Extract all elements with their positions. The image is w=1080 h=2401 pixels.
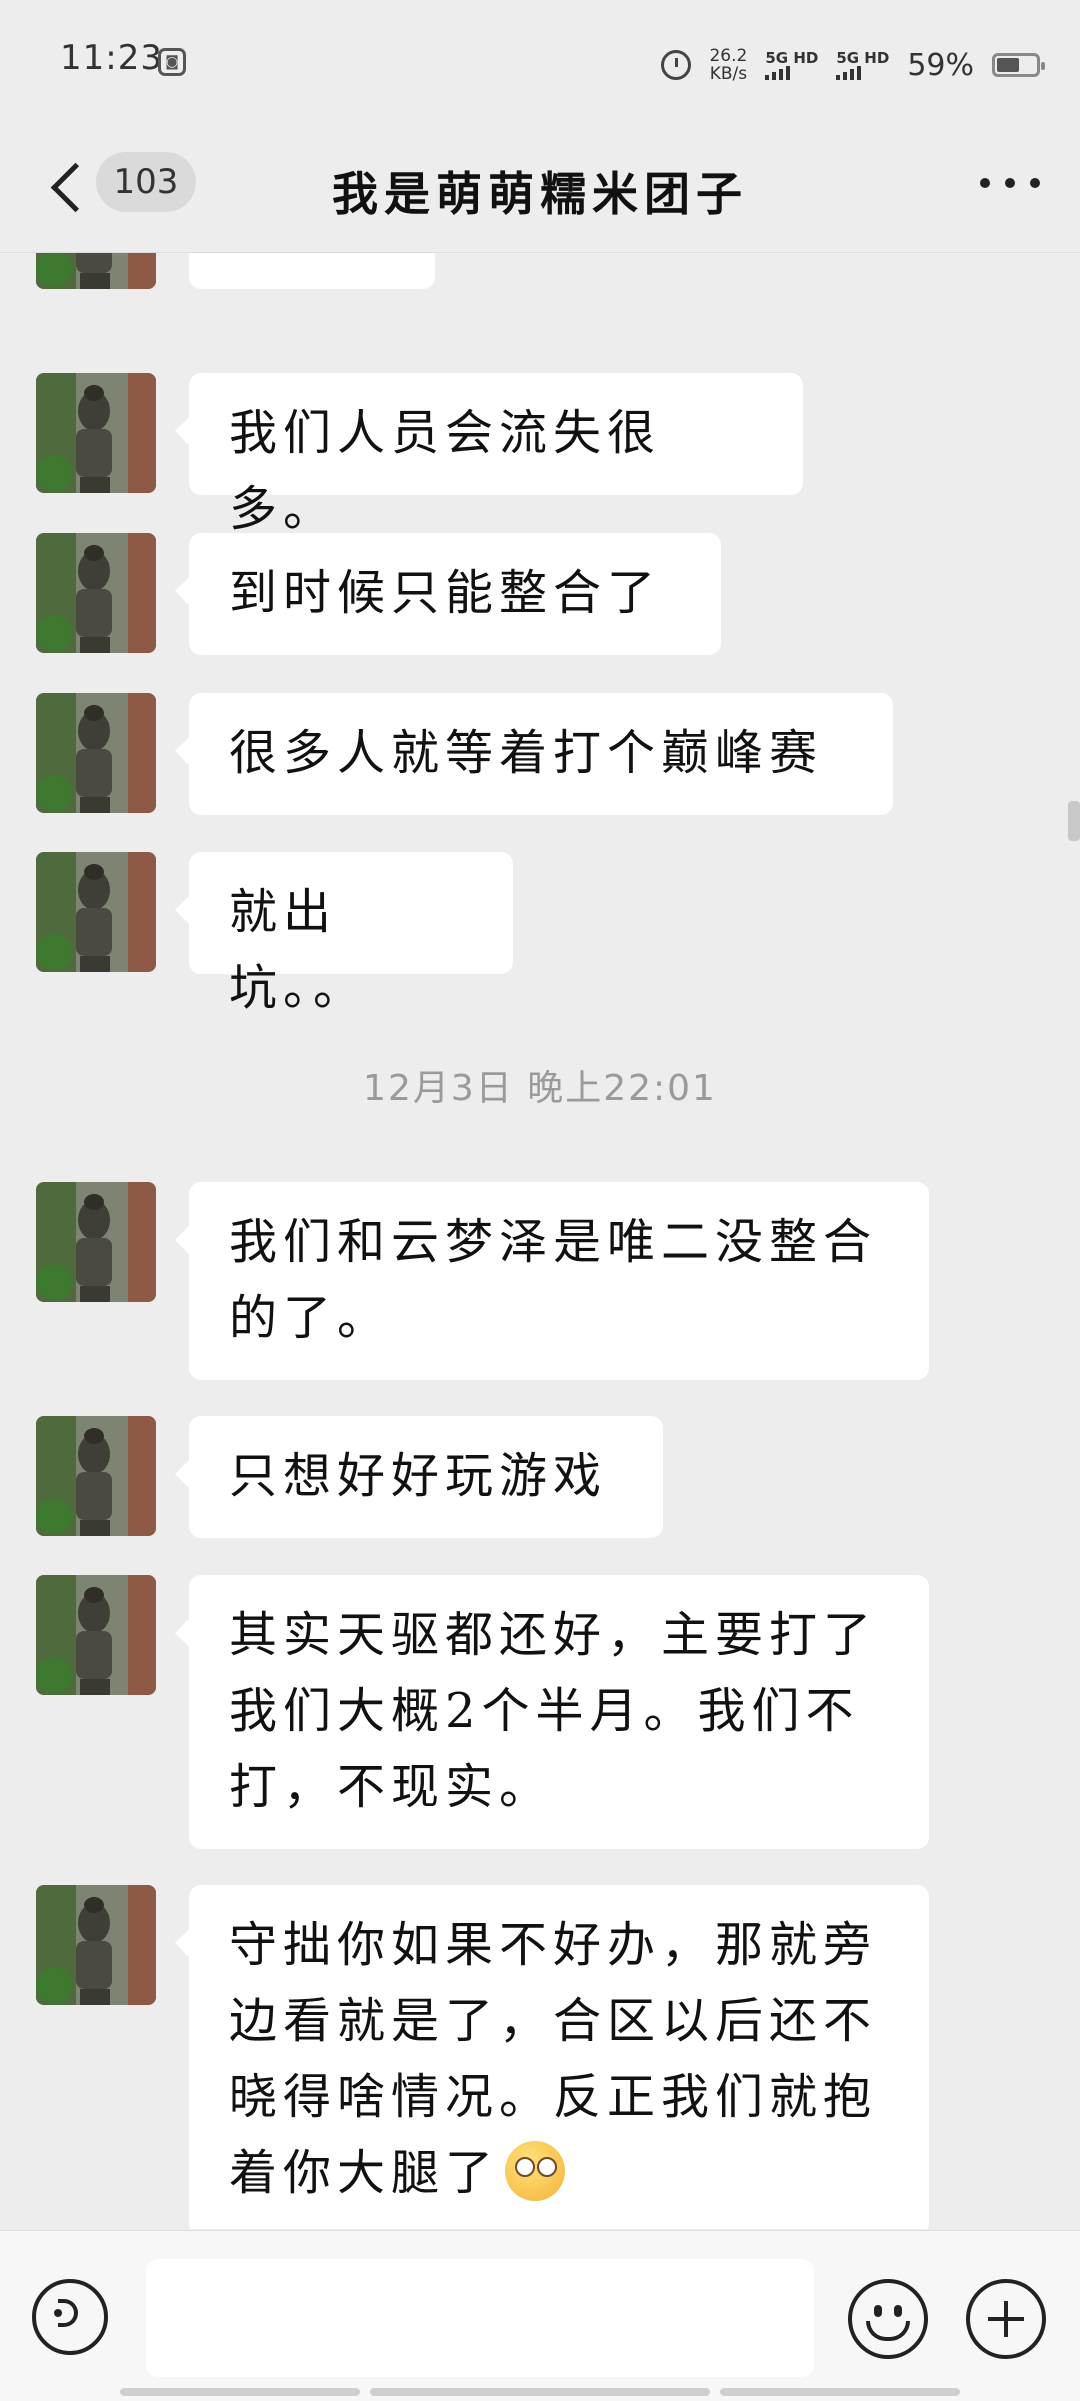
- status-time: 11:23: [60, 38, 163, 78]
- signal-sim2-label: 5G HD: [836, 49, 890, 67]
- chat-title: 我是萌萌糯米团子: [332, 167, 748, 221]
- message-bubble[interactable]: 到时候只能整合了: [175, 533, 721, 655]
- message-bubble[interactable]: 只想好好玩游戏: [175, 1416, 663, 1538]
- battery-icon: [992, 53, 1045, 77]
- avatar[interactable]: [36, 1885, 156, 2005]
- alarm-icon: [661, 50, 692, 80]
- avatar[interactable]: [36, 1575, 156, 1695]
- chat-header: 103 我是萌萌糯米团子: [0, 128, 1080, 253]
- notification-icon: ◙: [158, 48, 186, 76]
- avatar[interactable]: [36, 1182, 156, 1302]
- message-bubble[interactable]: 很多人就等着打个巅峰赛: [175, 693, 893, 815]
- voice-icon[interactable]: [32, 2279, 108, 2355]
- network-speed: 26.2 KB/s: [709, 47, 747, 83]
- timestamp: 12月3日 晚上22:01: [363, 1068, 717, 1109]
- avatar[interactable]: [36, 693, 156, 813]
- avatar-image: [36, 693, 156, 813]
- message-bubble[interactable]: 我估计: [189, 253, 435, 289]
- more-options-icon[interactable]: [980, 178, 1040, 190]
- signal-sim1: 5G HD: [765, 50, 818, 80]
- message-input[interactable]: [146, 2259, 814, 2377]
- battery-fill: [997, 58, 1019, 72]
- message-bubble[interactable]: 守拙你如果不好办，那就旁边看就是了，合区以后还不晓得啥情况。反正我们就抱着你大腿…: [175, 1885, 929, 2229]
- emoji-icon[interactable]: [848, 2279, 928, 2359]
- message-bubble[interactable]: 就出坑。。: [175, 852, 513, 1016]
- avatar-image: [36, 1575, 156, 1695]
- message-bubble[interactable]: 其实天驱都还好，主要打了我们大概2个半月。我们不打，不现实。: [175, 1575, 929, 1849]
- gesture-bar[interactable]: [370, 2388, 710, 2396]
- signal-sim1-label: 5G HD: [765, 49, 819, 67]
- gesture-bar[interactable]: [120, 2388, 360, 2396]
- avatar[interactable]: [36, 373, 156, 493]
- status-indicators: 26.2 KB/s 5G HD 5G HD 59%: [661, 40, 1045, 90]
- avatar[interactable]: [36, 1416, 156, 1536]
- battery-percent: 59%: [907, 47, 974, 83]
- avatar[interactable]: [36, 253, 156, 289]
- signal-bars-icon: [765, 66, 818, 80]
- gesture-bar[interactable]: [720, 2388, 960, 2396]
- plus-icon[interactable]: [966, 2279, 1046, 2359]
- message-bubble[interactable]: 我们和云梦泽是唯二没整合的了。: [175, 1182, 929, 1380]
- avatar-image: [36, 1182, 156, 1302]
- avatar[interactable]: [36, 533, 156, 653]
- avatar-image: [36, 852, 156, 972]
- avatar[interactable]: [36, 852, 156, 972]
- scrollbar[interactable]: [1068, 801, 1080, 841]
- signal-bars-icon: [836, 66, 889, 80]
- avatar-image: [36, 1416, 156, 1536]
- network-speed-value: 26.2: [709, 46, 748, 66]
- avatar-image: [36, 253, 156, 289]
- message-list[interactable]: 我估计 我们人员会流失很多。 到时候只能整合了 很多人就等着打个巅峰赛 就出坑。…: [0, 253, 1080, 2229]
- status-bar: 11:23 ◙ 26.2 KB/s 5G HD 5G HD 59%: [0, 0, 1080, 128]
- rolling-eyes-emoji-icon: [505, 2141, 566, 2201]
- network-speed-unit: KB/s: [709, 64, 748, 84]
- signal-sim2: 5G HD: [836, 50, 889, 80]
- avatar-image: [36, 533, 156, 653]
- message-bubble[interactable]: 我们人员会流失很多。: [175, 373, 803, 537]
- avatar-image: [36, 1885, 156, 2005]
- input-bar: [0, 2230, 1080, 2401]
- avatar-image: [36, 373, 156, 493]
